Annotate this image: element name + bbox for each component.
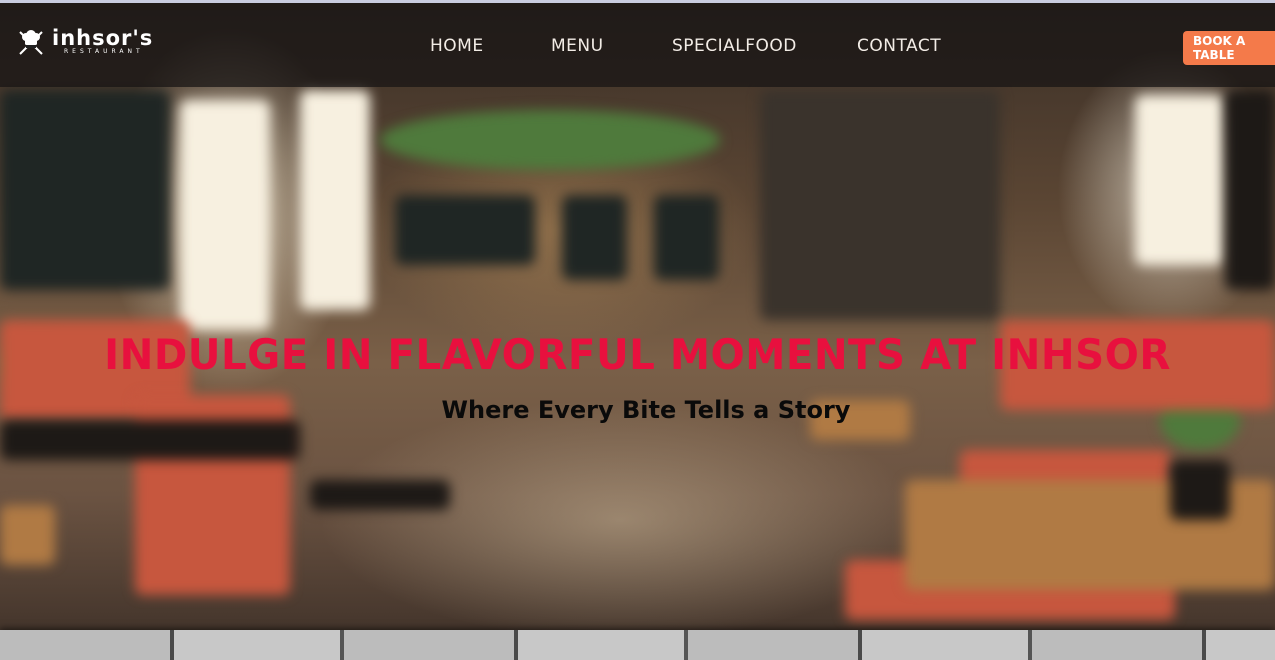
hero-subtitle: Where Every Bite Tells a Story <box>441 396 851 424</box>
top-navbar: inhsor's RESTAURANT HOME MENU SPECIALFOO… <box>0 0 1275 87</box>
hero-title: INDULGE IN FLAVORFUL MOMENTS AT INHSOR <box>104 330 1171 379</box>
nav-link-contact[interactable]: CONTACT <box>857 36 941 56</box>
brand-logo[interactable]: inhsor's RESTAURANT <box>16 27 153 57</box>
brand-tagline: RESTAURANT <box>64 48 144 55</box>
nav-link-home[interactable]: HOME <box>430 36 484 56</box>
chef-hat-crossed-utensils-icon <box>19 30 43 55</box>
brand-name: inhsor's <box>52 26 154 50</box>
book-a-table-button[interactable]: BOOK A TABLE <box>1183 31 1275 65</box>
nav-link-menu[interactable]: MENU <box>551 36 604 56</box>
nav-link-specialfood[interactable]: SPECIALFOOD <box>672 36 797 56</box>
foreground-table-top <box>0 630 1275 660</box>
brand-wordmark: inhsor's RESTAURANT <box>52 28 153 56</box>
